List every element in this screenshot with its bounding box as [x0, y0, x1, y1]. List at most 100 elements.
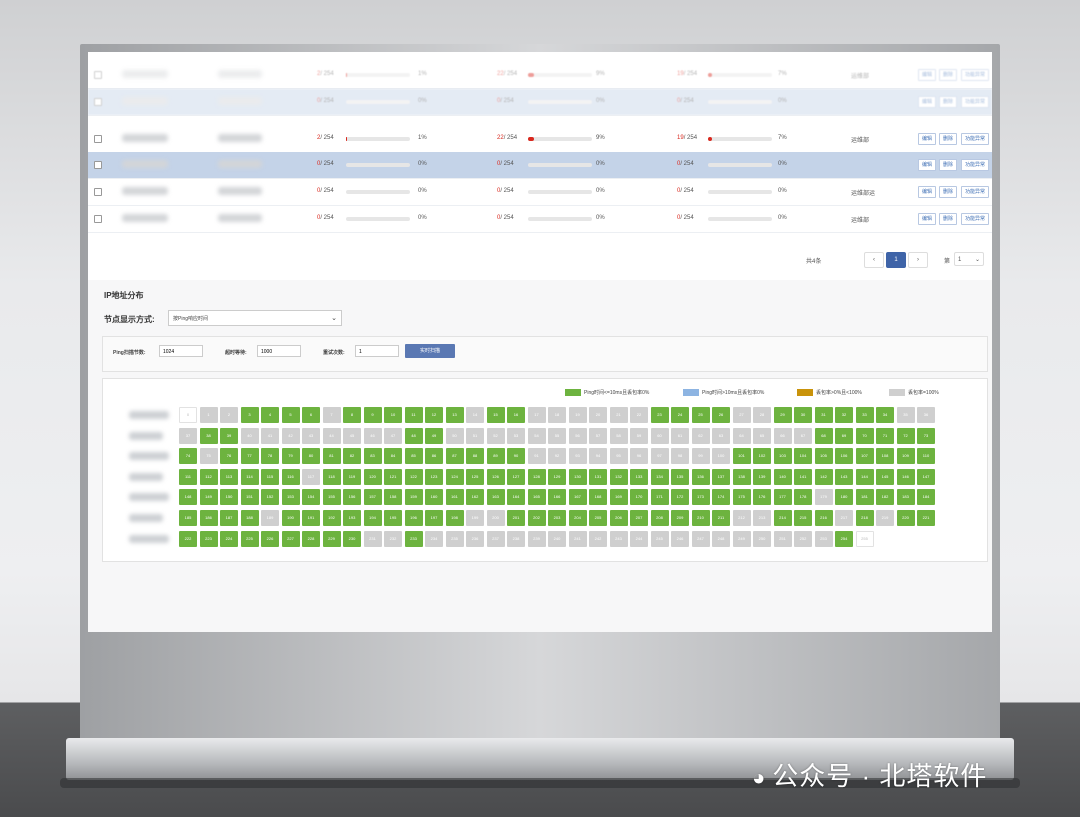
- ip-cell[interactable]: 64: [732, 427, 751, 444]
- ip-cell[interactable]: 93: [568, 448, 587, 465]
- row-checkbox[interactable]: [94, 98, 102, 106]
- ip-cell[interactable]: 102: [753, 448, 771, 465]
- ip-cell[interactable]: 195: [384, 510, 402, 526]
- ip-cell[interactable]: 67: [794, 427, 812, 444]
- ip-cell[interactable]: 40: [240, 427, 259, 444]
- ip-cell[interactable]: 50: [445, 427, 464, 444]
- ip-cell[interactable]: 242: [589, 530, 607, 547]
- ip-cell[interactable]: 14: [466, 407, 484, 423]
- ip-cell[interactable]: 72: [896, 427, 915, 444]
- ip-cell[interactable]: 125: [466, 468, 484, 485]
- ip-cell[interactable]: 3: [240, 407, 259, 423]
- ip-cell[interactable]: 199: [466, 510, 484, 526]
- edit-button[interactable]: 编辑: [918, 159, 937, 171]
- ip-cell[interactable]: 252: [794, 530, 812, 547]
- ip-cell[interactable]: 48: [404, 427, 423, 444]
- ip-cell[interactable]: 216: [814, 510, 833, 526]
- ip-cell[interactable]: 11: [404, 407, 423, 423]
- ip-cell[interactable]: 142: [814, 468, 833, 485]
- function-button[interactable]: 功能异常: [961, 159, 990, 171]
- ip-cell[interactable]: 204: [568, 510, 587, 526]
- ip-cell[interactable]: 237: [486, 530, 505, 547]
- ip-cell[interactable]: 233: [404, 530, 423, 547]
- ip-cell[interactable]: 241: [568, 530, 587, 547]
- ip-cell[interactable]: 169: [609, 489, 628, 506]
- ip-cell[interactable]: 228: [302, 530, 320, 547]
- ip-cell[interactable]: 47: [384, 427, 402, 444]
- ip-cell[interactable]: 62: [691, 427, 710, 444]
- ip-cell[interactable]: 115: [261, 468, 279, 485]
- ip-cell[interactable]: 224: [220, 530, 238, 547]
- ip-cell[interactable]: 38: [199, 427, 218, 444]
- ip-cell[interactable]: 33: [855, 407, 874, 423]
- ip-cell[interactable]: 243: [609, 530, 628, 547]
- ip-cell[interactable]: 109: [896, 448, 915, 465]
- ip-cell[interactable]: 135: [671, 468, 689, 485]
- ip-cell[interactable]: 140: [773, 468, 792, 485]
- ip-cell[interactable]: 145: [876, 468, 894, 485]
- table-row[interactable]: 2/ 254 1% 22/ 254 9% 19/ 254 7% 运维部 编辑 删除 功能异常: [88, 62, 992, 88]
- retry-input[interactable]: 1: [355, 345, 399, 357]
- ip-cell[interactable]: 42: [281, 427, 300, 444]
- function-button[interactable]: 功能异常: [961, 133, 990, 145]
- ip-cell[interactable]: 31: [814, 407, 833, 423]
- ip-cell[interactable]: 83: [363, 448, 382, 465]
- ip-cell[interactable]: 34: [876, 407, 894, 423]
- ip-cell[interactable]: 249: [732, 530, 751, 547]
- ip-cell[interactable]: 184: [917, 489, 935, 506]
- ip-cell[interactable]: 52: [486, 427, 505, 444]
- edit-button[interactable]: 编辑: [918, 186, 937, 198]
- ip-cell[interactable]: 127: [507, 468, 525, 485]
- ip-cell[interactable]: 217: [835, 510, 853, 526]
- ip-cell[interactable]: 44: [322, 427, 341, 444]
- ip-cell[interactable]: 220: [896, 510, 915, 526]
- ip-cell[interactable]: 225: [240, 530, 259, 547]
- ip-cell[interactable]: 130: [568, 468, 587, 485]
- ip-cell[interactable]: 210: [691, 510, 710, 526]
- ip-cell[interactable]: 253: [814, 530, 833, 547]
- ip-cell[interactable]: 84: [384, 448, 402, 465]
- ip-cell[interactable]: 6: [302, 407, 320, 423]
- ip-cell[interactable]: 137: [712, 468, 730, 485]
- ip-cell[interactable]: 180: [835, 489, 853, 506]
- ip-cell[interactable]: 68: [814, 427, 833, 444]
- ip-cell[interactable]: 111: [179, 468, 197, 485]
- ip-cell[interactable]: 89: [486, 448, 505, 465]
- ip-cell[interactable]: 43: [302, 427, 320, 444]
- ip-cell[interactable]: 229: [322, 530, 341, 547]
- ip-cell[interactable]: 143: [835, 468, 853, 485]
- ip-cell[interactable]: 201: [507, 510, 525, 526]
- ip-cell[interactable]: 134: [650, 468, 669, 485]
- ip-cell[interactable]: 157: [363, 489, 382, 506]
- ip-cell[interactable]: 136: [691, 468, 710, 485]
- ip-cell[interactable]: 76: [220, 448, 238, 465]
- ip-cell[interactable]: 123: [425, 468, 443, 485]
- ip-cell[interactable]: 164: [507, 489, 525, 506]
- ip-cell[interactable]: 214: [773, 510, 792, 526]
- ip-cell[interactable]: 175: [732, 489, 751, 506]
- ip-cell[interactable]: 119: [343, 468, 361, 485]
- ip-cell[interactable]: 18: [548, 407, 566, 423]
- delete-button[interactable]: 删除: [939, 133, 958, 145]
- delete-button[interactable]: 删除: [939, 69, 958, 81]
- ip-cell[interactable]: 20: [589, 407, 607, 423]
- ip-cell[interactable]: 149: [199, 489, 218, 506]
- ip-cell[interactable]: 186: [199, 510, 218, 526]
- ip-cell[interactable]: 74: [179, 448, 197, 465]
- ip-cell[interactable]: 46: [363, 427, 382, 444]
- ip-cell[interactable]: 240: [548, 530, 566, 547]
- table-row[interactable]: 0/ 254 0% 0/ 254 0% 0/ 254 0% 运维部运 编辑 删除 功能异常: [88, 179, 992, 205]
- ip-cell[interactable]: 81: [322, 448, 341, 465]
- ip-cell[interactable]: 196: [404, 510, 423, 526]
- ip-cell[interactable]: 7: [322, 407, 341, 423]
- ip-cell[interactable]: 32: [835, 407, 853, 423]
- ip-cell[interactable]: 208: [650, 510, 669, 526]
- ip-cell[interactable]: 255: [855, 530, 874, 547]
- ip-cell[interactable]: 251: [773, 530, 792, 547]
- ip-cell[interactable]: 194: [363, 510, 382, 526]
- ip-cell[interactable]: 246: [671, 530, 689, 547]
- edit-button[interactable]: 编辑: [918, 69, 937, 81]
- function-button[interactable]: 功能异常: [961, 96, 990, 108]
- ip-cell[interactable]: 24: [671, 407, 689, 423]
- ip-cell[interactable]: 26: [712, 407, 730, 423]
